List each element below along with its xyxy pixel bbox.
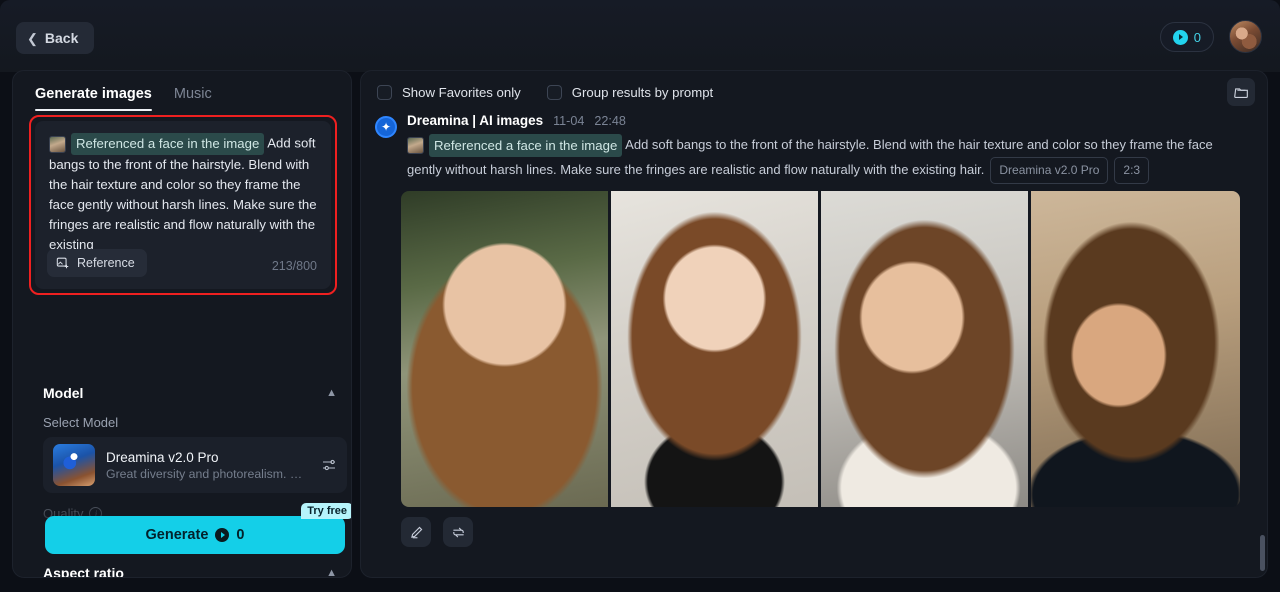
result-date: 11-04 <box>553 114 585 128</box>
model-card[interactable]: Dreamina v2.0 Pro Great diversity and ph… <box>43 437 347 493</box>
filter-label: Group results by prompt <box>571 84 714 100</box>
reference-face-thumbnail <box>407 137 424 155</box>
avatar[interactable] <box>1229 20 1262 53</box>
aspect-ratio-title: Aspect ratio <box>43 565 124 578</box>
result-model-chip: Dreamina v2.0 Pro <box>990 157 1109 185</box>
reference-button-label: Reference <box>77 256 135 270</box>
credit-coin-icon <box>215 528 230 542</box>
generated-image-3[interactable] <box>821 191 1028 507</box>
back-button-label: Back <box>44 30 79 46</box>
tab-music[interactable]: Music <box>174 86 212 111</box>
checkbox[interactable] <box>377 84 392 100</box>
edit-button[interactable] <box>401 517 431 547</box>
app-root: ❮ Back 0 Generate images Music Reference… <box>0 0 1280 592</box>
tab-generate-images[interactable]: Generate images <box>35 86 152 111</box>
reference-face-thumbnail <box>49 135 66 153</box>
edit-pencil-icon <box>410 526 422 538</box>
tab-music-label: Music <box>173 86 212 102</box>
result-time: 22:48 <box>594 114 626 128</box>
result-actions <box>401 517 473 547</box>
result-prompt: Referenced a face in the image Add soft … <box>407 134 1245 185</box>
reference-button[interactable]: Reference <box>47 249 147 277</box>
try-free-badge: Try free <box>301 503 351 519</box>
chevron-up-icon[interactable]: ▲ <box>326 387 337 399</box>
back-button[interactable]: ❮ Back <box>16 22 95 54</box>
sliders-icon[interactable] <box>321 457 337 473</box>
left-panel: Generate images Music Referenced a face … <box>12 70 352 578</box>
filter-label: Show Favorites only <box>402 84 521 100</box>
credit-coin-icon <box>1172 29 1188 45</box>
prompt-char-counter: 213/800 <box>271 259 317 273</box>
folder-button[interactable] <box>1227 78 1255 106</box>
filter-group-results-by-prompt[interactable]: Group results by prompt <box>546 84 714 100</box>
prompt-reference-chip: Referenced a face in the image <box>49 133 265 155</box>
checkbox[interactable] <box>546 84 562 100</box>
generate-button-label: Generate <box>145 527 209 543</box>
results-toolbar: Show Favorites only Group results by pro… <box>361 71 1267 113</box>
regenerate-button[interactable] <box>443 517 473 547</box>
model-description: Great diversity and photorealism. Of... <box>106 466 306 481</box>
chevron-up-icon[interactable]: ▲ <box>326 567 337 577</box>
prompt-text: Referenced a face in the image Add soft … <box>49 133 317 255</box>
result-card: ✦ Dreamina | AI images 11-04 22:48 Refer… <box>361 113 1267 577</box>
results-scrollbar[interactable] <box>1260 535 1265 571</box>
add-image-icon <box>56 257 69 269</box>
result-reference-label: Referenced a face in the image <box>429 134 623 158</box>
generate-bar: Generate 0 Try free <box>25 503 351 563</box>
right-panel: Show Favorites only Group results by pro… <box>360 70 1268 578</box>
aspect-ratio-section-header[interactable]: Aspect ratio ▲ <box>43 565 337 578</box>
prompt-box-highlight: Referenced a face in the image Add soft … <box>29 115 337 295</box>
result-title: Dreamina | AI images <box>407 113 544 128</box>
generate-cost: 0 <box>236 527 245 543</box>
filter-show-favorites-only[interactable]: Show Favorites only <box>377 84 521 100</box>
result-title-row: Dreamina | AI images 11-04 22:48 <box>407 113 1255 128</box>
model-section-header[interactable]: Model ▲ <box>43 385 337 401</box>
regenerate-icon <box>452 527 464 537</box>
dreamina-logo-icon: ✦ <box>375 116 397 138</box>
model-section-title: Model <box>43 385 84 401</box>
model-name: Dreamina v2.0 Pro <box>106 449 219 465</box>
generated-image-1[interactable] <box>401 191 608 507</box>
credits-badge[interactable]: 0 <box>1159 22 1214 52</box>
generated-image-2[interactable] <box>611 191 818 507</box>
tab-bar: Generate images Music <box>13 71 351 111</box>
model-thumbnail <box>53 444 95 486</box>
tab-generate-images-label: Generate images <box>35 86 152 102</box>
top-bar: ❮ Back 0 <box>0 0 1280 72</box>
prompt-reference-label: Referenced a face in the image <box>71 133 265 155</box>
prompt-input[interactable]: Referenced a face in the image Add soft … <box>35 121 331 289</box>
result-header: ✦ Dreamina | AI images 11-04 22:48 Refer… <box>375 113 1255 185</box>
generated-image-grid <box>401 191 1240 507</box>
select-model-label: Select Model <box>43 415 119 430</box>
generated-image-4[interactable] <box>1031 191 1240 507</box>
folder-icon <box>1233 87 1248 98</box>
generate-button[interactable]: Generate 0 Try free <box>45 503 351 554</box>
credits-value: 0 <box>1193 29 1201 45</box>
chevron-left-icon: ❮ <box>27 30 38 46</box>
result-reference-chip: Referenced a face in the image <box>407 134 623 158</box>
result-ratio-chip: 2:3 <box>1114 157 1150 185</box>
